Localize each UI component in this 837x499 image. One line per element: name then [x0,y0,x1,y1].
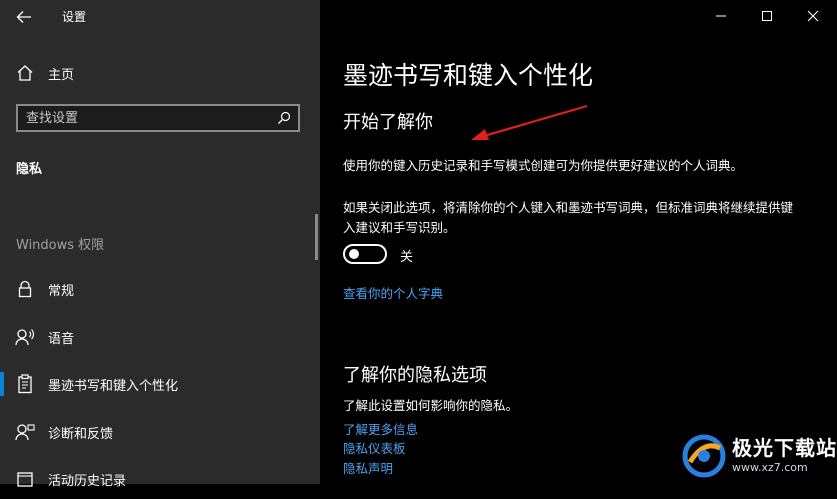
watermark-logo: 极光下载站 www.xz7.com [680,430,837,482]
sidebar-item-label: 主页 [48,68,75,83]
sidebar-item-inking-typing[interactable]: 墨迹书写和键入个性化 [0,364,320,404]
sidebar-item-label: 诊断和反馈 [48,427,114,442]
annotation-arrow-icon [465,102,589,144]
home-icon [14,63,36,83]
close-button[interactable] [790,0,836,32]
toggle-knob [349,249,359,259]
back-button[interactable] [8,2,40,32]
get-to-know-you-toggle[interactable] [343,244,387,264]
section-title-privacy-options: 了解你的隐私选项 [343,365,487,386]
watermark-brand: 极光下载站 [732,436,837,460]
section-title-get-to-know-you: 开始了解你 [343,112,433,133]
watermark-url: www.xz7.com [732,461,808,474]
sidebar-item-home[interactable]: 主页 [0,53,320,93]
sidebar-scrollbar[interactable] [315,214,318,260]
privacy-section-header: 隐私 [16,162,43,177]
minimize-button[interactable] [698,0,744,32]
sidebar-item-activity-history[interactable]: 活动历史记录 [0,459,320,499]
close-icon [807,10,819,22]
history-icon [14,469,36,489]
learn-more-link[interactable]: 了解更多信息 [343,419,418,438]
search-field[interactable] [16,104,300,132]
view-dictionary-link[interactable]: 查看你的个人字典 [343,283,443,302]
feedback-person-icon [14,422,36,442]
sidebar-item-label: 常规 [48,284,75,299]
back-arrow-icon [16,10,32,24]
section-note: 如果关闭此选项，将清除你的个人键入和墨迹书写词典，但标准词典将继续提供键入建议和… [343,200,794,235]
privacy-statement-link[interactable]: 隐私声明 [343,458,393,477]
sidebar-item-diagnostics[interactable]: 诊断和反馈 [0,412,320,452]
toggle-state-label: 关 [400,250,414,265]
section-description: 使用你的键入历史记录和手写模式创建可为你提供更好建议的个人词典。 [343,158,744,173]
maximize-icon [761,10,773,22]
sidebar-item-label: 语音 [48,332,75,347]
sidebar-item-general[interactable]: 常规 [0,269,320,309]
search-icon[interactable] [276,110,292,126]
privacy-dashboard-link[interactable]: 隐私仪表板 [343,438,406,457]
clipboard-pen-icon [14,374,36,394]
privacy-description: 了解此设置如何影响你的隐私。 [343,398,519,413]
page-title: 墨迹书写和键入个性化 [343,61,594,90]
lock-icon [14,279,36,299]
sidebar-item-label: 墨迹书写和键入个性化 [48,379,179,394]
search-input[interactable] [26,109,266,127]
maximize-button[interactable] [744,0,790,32]
content-pane: 墨迹书写和键入个性化 开始了解你 使用你的键入历史记录和手写模式创建可为你提供更… [320,0,837,484]
sidebar-item-speech[interactable]: 语音 [0,317,320,357]
sidebar: 设置 主页 隐私 Windows 权限 常规 语音 墨迹书写和键入个性化 [0,0,320,489]
sidebar-item-label: 活动历史记录 [48,474,127,489]
windows-permissions-header: Windows 权限 [16,238,105,253]
speech-icon [14,327,36,347]
minimize-icon [715,10,727,22]
app-title: 设置 [62,10,87,24]
